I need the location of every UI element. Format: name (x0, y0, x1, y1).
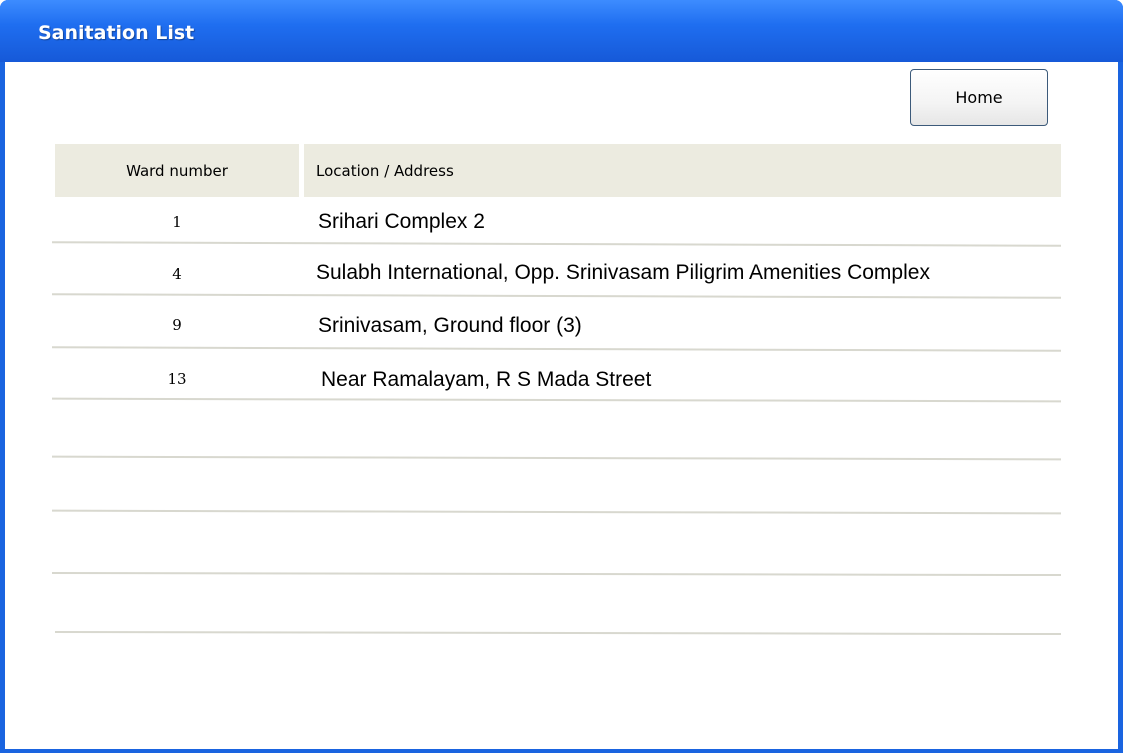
table-row-location[interactable]: Srinivasam, Ground floor (3) (318, 314, 582, 338)
row-divider (51, 509, 1062, 515)
home-button[interactable]: Home (910, 69, 1048, 126)
row-divider (51, 241, 1062, 247)
table-row-ward: 9 (172, 316, 182, 334)
table-row-location[interactable]: Near Ramalayam, R S Mada Street (321, 368, 651, 392)
row-divider (51, 397, 1062, 403)
app-window: Sanitation List Home Ward number Locatio… (0, 0, 1123, 753)
row-divider (51, 571, 1062, 577)
row-divider (51, 346, 1062, 352)
row-divider (51, 293, 1062, 299)
table-row-location[interactable]: Srihari Complex 2 (318, 210, 485, 234)
window-title: Sanitation List (38, 22, 195, 44)
table-row-ward: 13 (167, 370, 187, 388)
table-row-location[interactable]: Sulabh International, Opp. Srinivasam Pi… (316, 261, 930, 285)
column-header-location[interactable]: Location / Address (304, 144, 1061, 197)
table-header: Ward number Location / Address (55, 144, 1061, 197)
table-row-ward: 4 (172, 265, 182, 283)
row-divider (51, 455, 1062, 461)
column-header-ward-number[interactable]: Ward number (55, 144, 299, 197)
title-bar: Sanitation List (0, 0, 1123, 62)
table-row-ward: 1 (172, 213, 182, 231)
row-divider (54, 630, 1062, 636)
